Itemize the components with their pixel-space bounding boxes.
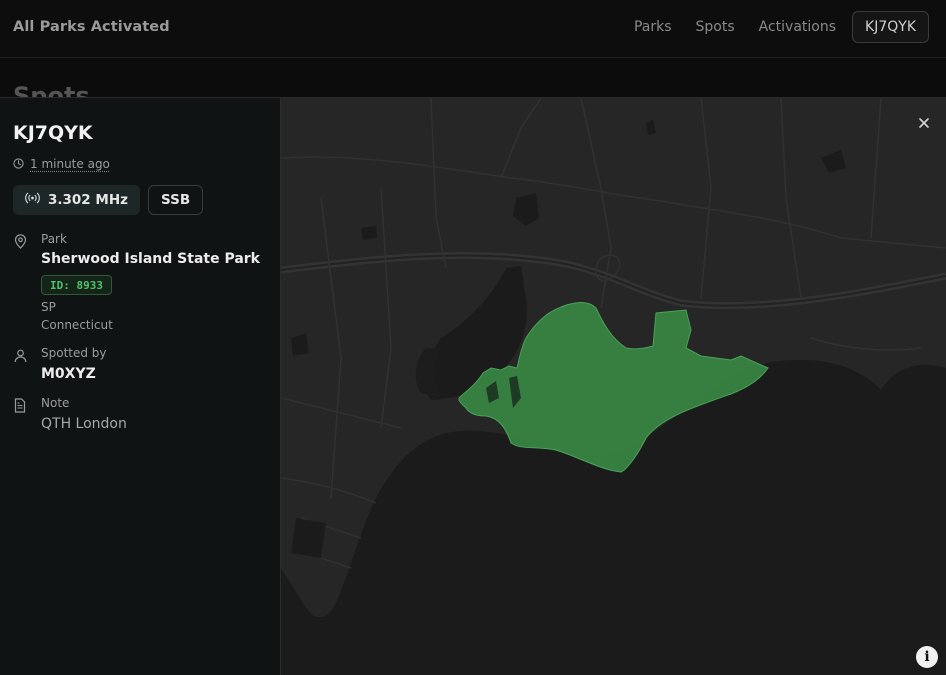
- user-icon: [14, 348, 27, 367]
- spot-time: 1 minute ago: [13, 154, 110, 173]
- spot-details-panel: KJ7QYK 1 minute ago 3.302 MHz SSB Park S…: [0, 98, 281, 675]
- brand-title[interactable]: All Parks Activated: [13, 19, 170, 35]
- info-icon[interactable]: i: [916, 646, 938, 668]
- spot-detail-sheet: KJ7QYK 1 minute ago 3.302 MHz SSB Park S…: [0, 97, 946, 675]
- map-canvas: [281, 98, 946, 618]
- spot-chips: 3.302 MHz SSB: [13, 185, 204, 215]
- nav-spots[interactable]: Spots: [696, 19, 735, 35]
- close-icon[interactable]: [916, 115, 932, 131]
- radio-waves-icon: [25, 192, 40, 208]
- user-menu-button[interactable]: KJ7QYK: [852, 11, 929, 43]
- park-id-badge: ID: 8933: [41, 275, 112, 295]
- note-label: Note: [41, 396, 70, 410]
- mode-badge: SSB: [148, 185, 204, 215]
- park-label: Park: [41, 232, 67, 246]
- nav-parks[interactable]: Parks: [634, 19, 672, 35]
- nav-activations[interactable]: Activations: [759, 19, 836, 35]
- park-state: Connecticut: [41, 318, 113, 332]
- main-nav: Parks Spots Activations KJ7QYK: [634, 11, 929, 43]
- park-name[interactable]: Sherwood Island State Park: [41, 251, 260, 267]
- park-type: SP: [41, 300, 56, 314]
- spotted-by-label: Spotted by: [41, 346, 107, 360]
- note-text: QTH London: [41, 416, 127, 432]
- park-map[interactable]: i: [281, 98, 946, 675]
- map-pin-icon: [14, 234, 27, 253]
- spot-callsign: KJ7QYK: [13, 122, 93, 144]
- note-icon: [14, 398, 26, 417]
- clock-icon: [13, 154, 24, 173]
- time-ago[interactable]: 1 minute ago: [30, 157, 110, 171]
- frequency-value: 3.302 MHz: [48, 192, 128, 208]
- frequency-badge: 3.302 MHz: [13, 185, 140, 215]
- spotter-callsign: M0XYZ: [41, 366, 96, 382]
- top-navbar: All Parks Activated Parks Spots Activati…: [0, 0, 946, 58]
